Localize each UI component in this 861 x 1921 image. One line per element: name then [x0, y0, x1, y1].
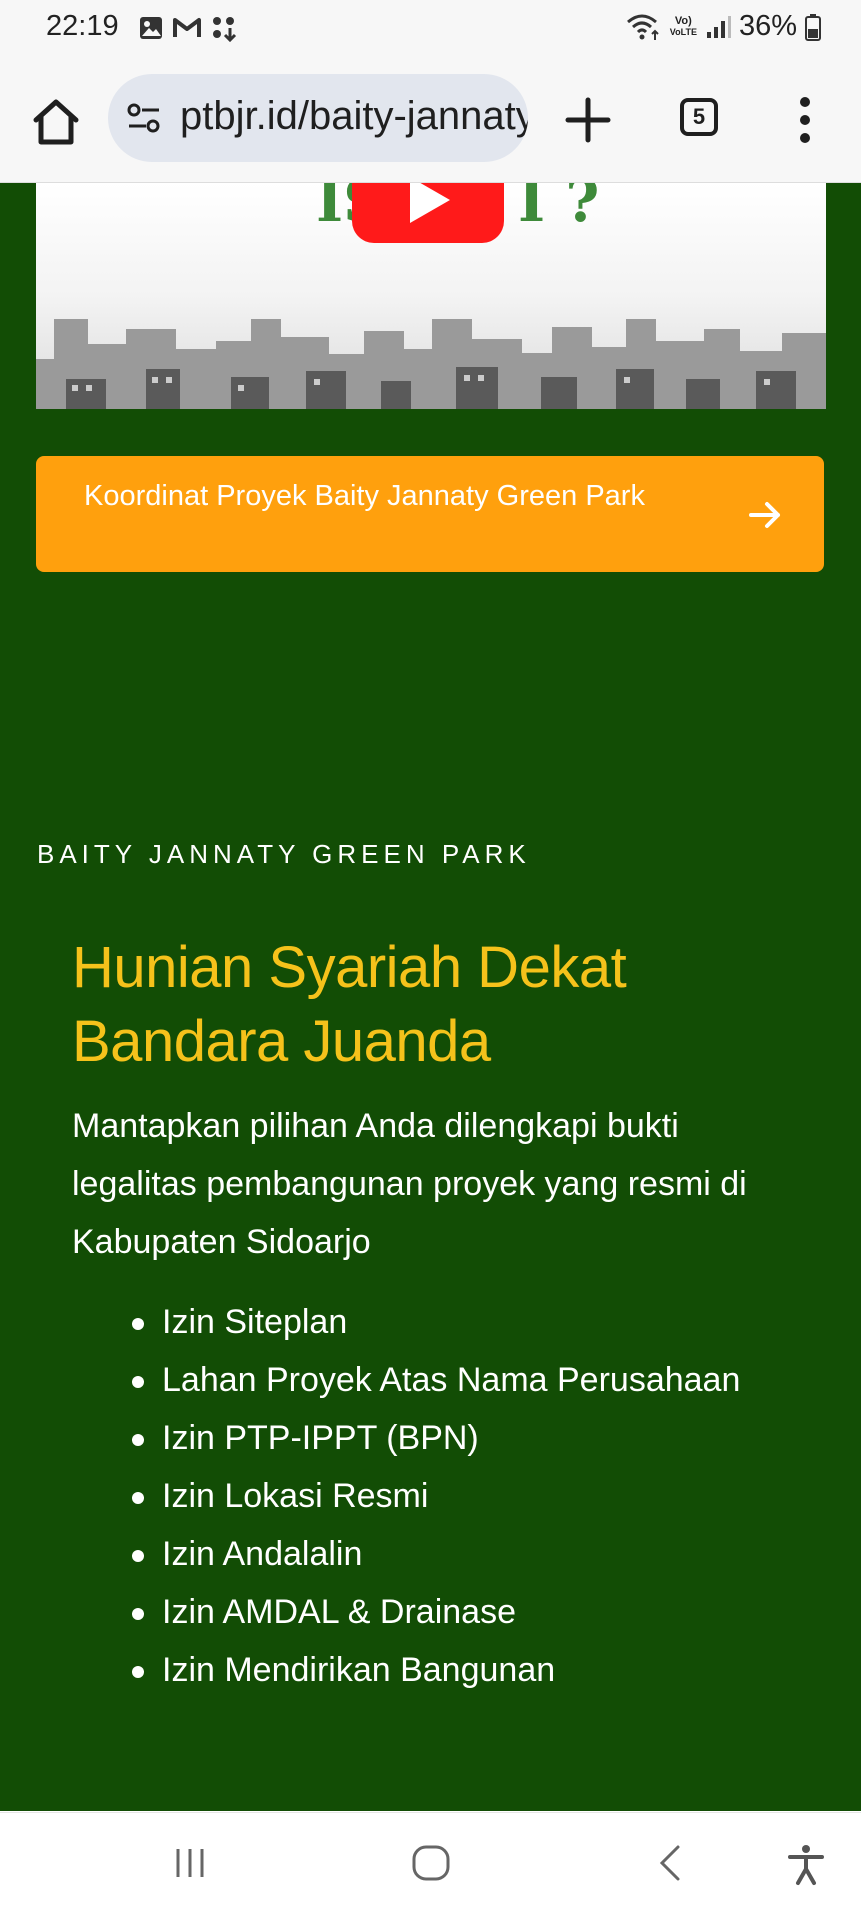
list-item: Izin Andalalin	[128, 1525, 768, 1583]
home-icon[interactable]	[28, 94, 84, 150]
section-heading: Hunian Syariah Dekat Bandara Juanda	[72, 935, 627, 1074]
apps-download-icon	[213, 17, 237, 42]
site-settings-icon[interactable]	[126, 100, 162, 136]
status-right: Vo) VoLTE 36%	[626, 10, 821, 43]
section-intro: Mantapkan pilihan Anda dilengkapi bukti …	[72, 1107, 747, 1261]
more-vert-icon[interactable]	[790, 94, 820, 146]
battery-percent: 36%	[738, 10, 797, 42]
network-label: VoLTE	[669, 26, 697, 37]
address-bar[interactable]: ptbjr.id/baity-jannaty	[108, 74, 528, 162]
recent-apps-icon[interactable]	[170, 1843, 210, 1883]
list-item: Izin AMDAL & Drainase	[128, 1583, 768, 1641]
home-nav-icon[interactable]	[410, 1843, 452, 1883]
system-nav-bar	[0, 1812, 861, 1921]
notification-icons	[138, 14, 238, 42]
video-embed[interactable]: IS I ?	[36, 183, 826, 409]
section-eyebrow: BAITY JANNATY GREEN PARK	[37, 839, 531, 869]
plus-icon[interactable]	[562, 94, 614, 146]
battery-icon	[805, 13, 821, 41]
tab-switcher-button[interactable]: 5	[680, 98, 718, 136]
list-item: Izin PTP-IPPT (BPN)	[128, 1409, 768, 1467]
list-item: Izin Lokasi Resmi	[128, 1467, 768, 1525]
status-time: 22:19	[46, 10, 119, 42]
status-bar: 22:19 Vo) VoLTE 36%	[0, 0, 861, 58]
permit-list: Izin Siteplan Lahan Proyek Atas Nama Per…	[128, 1293, 768, 1699]
youtube-play-icon[interactable]	[352, 183, 504, 243]
video-caption-right: I ?	[518, 183, 600, 235]
page-content: IS I ? Koordinat Proyek Baity Jannaty Gr…	[0, 183, 861, 1811]
accessibility-icon[interactable]	[786, 1843, 826, 1887]
back-icon[interactable]	[656, 1843, 686, 1883]
cta-label: Koordinat Proyek Baity Jannaty Green Par…	[84, 480, 645, 512]
list-item: Lahan Proyek Atas Nama Perusahaan	[128, 1351, 768, 1409]
url-text[interactable]: ptbjr.id/baity-jannaty	[180, 94, 528, 139]
arrow-right-icon	[749, 502, 780, 528]
wifi-icon	[626, 14, 659, 40]
browser-toolbar: ptbjr.id/baity-jannaty 5	[0, 58, 861, 183]
gmail-icon	[173, 18, 201, 37]
city-skyline-illustration	[36, 319, 826, 409]
signal-icon	[706, 15, 731, 38]
gallery-icon	[140, 17, 162, 39]
volte-indicator: Vo) VoLTE	[669, 14, 697, 37]
list-item: Izin Mendirikan Bangunan	[128, 1641, 768, 1699]
project-coordinates-button[interactable]: Koordinat Proyek Baity Jannaty Green Par…	[36, 456, 824, 572]
list-item: Izin Siteplan	[128, 1293, 768, 1351]
